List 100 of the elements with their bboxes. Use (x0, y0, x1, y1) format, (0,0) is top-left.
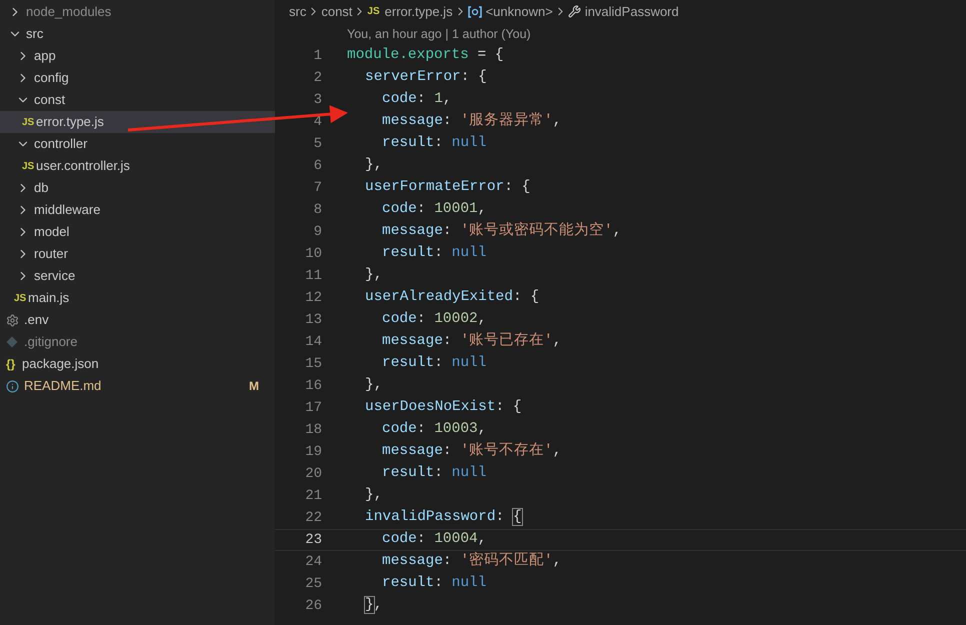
folder-item[interactable]: model (0, 221, 275, 243)
line-number: 13 (304, 310, 322, 330)
item-label: package.json (22, 355, 99, 374)
code-line: message: '服务器异常', (382, 111, 562, 132)
folder-item[interactable]: node_modules (0, 1, 275, 23)
code-line: code: 10001, (382, 200, 486, 220)
folder-item[interactable]: controller (0, 133, 275, 155)
breadcrumb-item[interactable]: const (321, 2, 352, 22)
line-number: 2 (312, 68, 322, 88)
line-number: 17 (304, 398, 322, 418)
line-number: 24 (304, 552, 322, 572)
item-label: node_modules (26, 3, 112, 22)
settings-icon (6, 314, 19, 326)
code-line: result: null (382, 244, 486, 264)
code-line: message: '账号或密码不能为空', (382, 221, 622, 242)
line-number: 23 (304, 530, 322, 550)
js-file-icon: JS (22, 114, 36, 130)
line-number: 18 (304, 420, 322, 440)
folder-item[interactable]: src (0, 23, 275, 45)
item-label: .gitignore (24, 333, 78, 352)
code-line: }, (365, 266, 382, 286)
breadcrumb-item[interactable]: src (289, 2, 306, 22)
json-file-icon: {} (6, 355, 22, 373)
code-line: serverError: { (365, 68, 487, 88)
file-item[interactable]: {} package.json (0, 353, 275, 375)
item-label: const (34, 91, 66, 110)
code-line: code: 10003, (382, 420, 486, 440)
code-line: result: null (382, 464, 486, 484)
line-number: 25 (304, 574, 322, 594)
item-label: db (34, 179, 48, 198)
breadcrumb-item[interactable]: error.type.js (384, 2, 453, 22)
item-label: app (34, 47, 56, 66)
line-number: 8 (312, 200, 322, 220)
item-label: config (34, 69, 69, 88)
folder-item[interactable]: db (0, 177, 275, 199)
code-line: message: '账号不存在', (382, 441, 562, 462)
code-line: code: 10004, (382, 530, 486, 550)
item-label: controller (34, 135, 88, 154)
item-label: README.md (24, 377, 102, 396)
code-line: }, (365, 596, 382, 616)
js-file-icon: JS (22, 158, 36, 174)
line-number: 26 (304, 596, 322, 616)
folder-item[interactable]: service (0, 265, 275, 287)
line-number: 16 (304, 376, 322, 396)
line-number: 6 (312, 156, 322, 176)
line-number: 21 (304, 486, 322, 506)
file-item[interactable]: .gitignore (0, 331, 275, 353)
file-item[interactable]: JS main.js (0, 287, 275, 309)
item-label: src (26, 25, 44, 44)
line-number: 12 (304, 288, 322, 308)
folder-item[interactable]: middleware (0, 199, 275, 221)
code-line: code: 10002, (382, 310, 486, 330)
folder-item[interactable]: router (0, 243, 275, 265)
codelens-text[interactable]: You, an hour ago | 1 author (You) (347, 24, 531, 44)
code-line: code: 1, (382, 90, 452, 110)
item-label: error.type.js (36, 113, 104, 132)
info-icon (6, 380, 19, 392)
code-line: message: '账号已存在', (382, 331, 562, 352)
line-number: 14 (304, 332, 322, 352)
item-label: user.controller.js (36, 157, 130, 176)
git-status-letter: M (249, 378, 259, 395)
code-line: message: '密码不匹配', (382, 551, 562, 572)
diamond-icon (6, 336, 18, 348)
code-line: }, (365, 156, 382, 176)
code-line: userFormateError: { (365, 178, 530, 198)
line-number: 7 (312, 178, 322, 198)
folder-item[interactable]: const (0, 89, 275, 111)
item-label: main.js (28, 289, 70, 308)
code-line: result: null (382, 354, 486, 374)
variable-icon (468, 6, 482, 18)
item-label: model (34, 223, 70, 242)
line-number: 3 (312, 90, 322, 110)
item-label: router (34, 245, 68, 264)
line-number: 19 (304, 442, 322, 462)
code-line: module.exports = { (347, 46, 504, 66)
js-file-icon: JS (14, 290, 28, 306)
breadcrumb-item[interactable]: <unknown> (486, 2, 553, 22)
line-number: 5 (312, 134, 322, 154)
line-number: 11 (304, 266, 322, 286)
code-line: userAlreadyExited: { (365, 288, 540, 308)
line-number: 22 (304, 508, 322, 528)
item-label: .env (24, 311, 49, 330)
code-line: }, (365, 486, 382, 506)
wrench-icon (568, 5, 581, 18)
file-item[interactable]: JS user.controller.js (0, 155, 275, 177)
line-number: 1 (312, 46, 322, 66)
breadcrumb-item[interactable]: invalidPassword (584, 2, 679, 22)
file-item[interactable]: .env (0, 309, 275, 331)
line-number: 9 (312, 222, 322, 242)
code-line: }, (365, 376, 382, 396)
line-number: 10 (304, 244, 322, 264)
folder-item[interactable]: app (0, 45, 275, 67)
line-number: 4 (312, 112, 322, 132)
folder-item[interactable]: config (0, 67, 275, 89)
code-line: invalidPassword: { (365, 508, 522, 528)
item-label: middleware (34, 201, 100, 220)
item-label: service (34, 267, 76, 286)
file-item[interactable]: README.md M (0, 375, 275, 397)
code-line: result: null (382, 574, 486, 594)
file-item[interactable]: JS error.type.js (0, 111, 275, 133)
